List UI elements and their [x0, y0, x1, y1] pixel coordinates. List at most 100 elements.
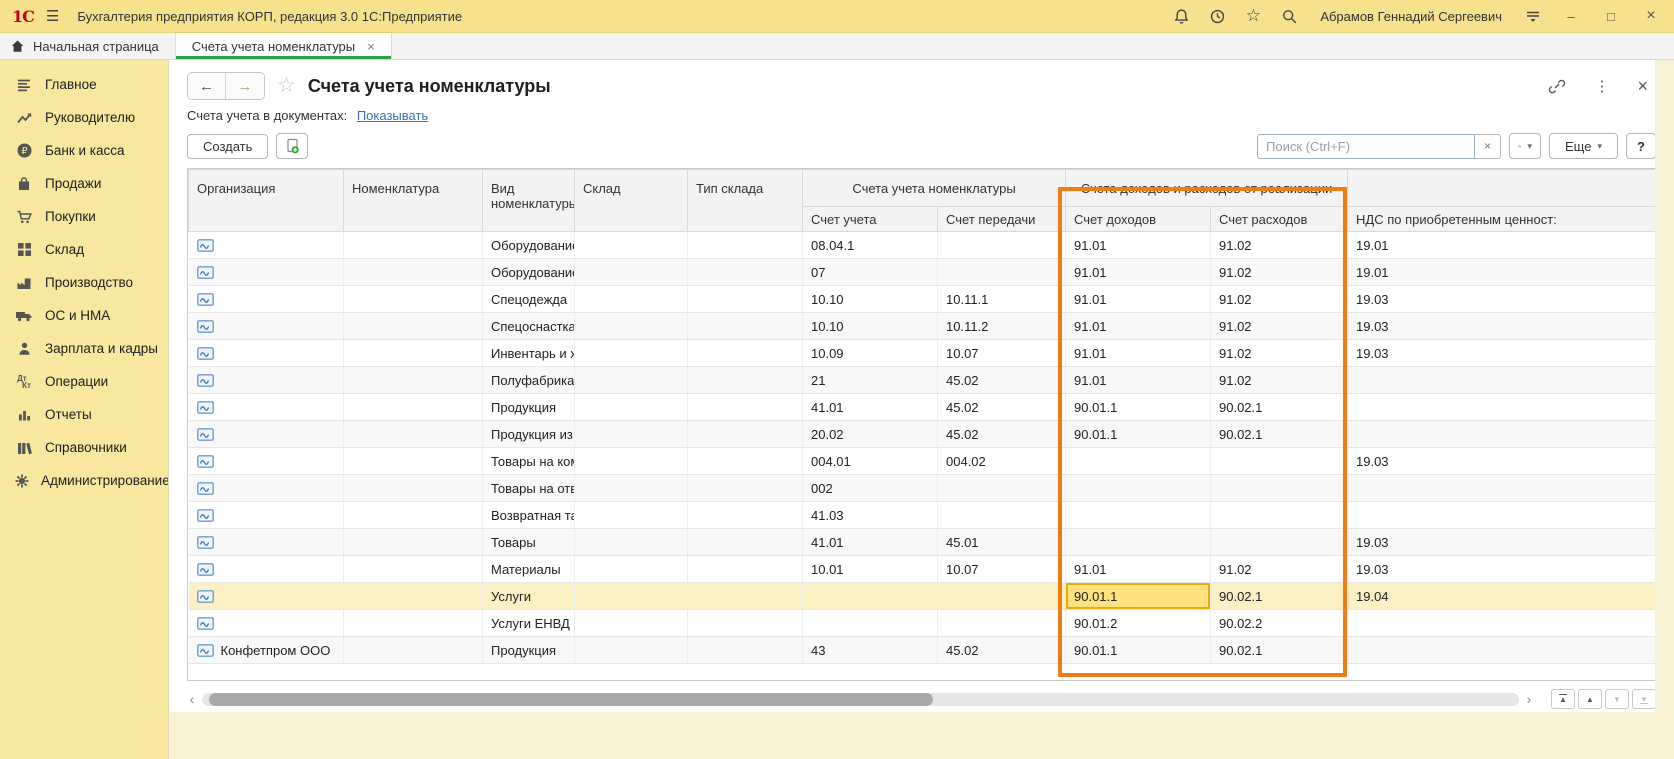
notifications-bell-icon[interactable]: [1172, 7, 1190, 25]
table-cell[interactable]: [575, 556, 688, 583]
table-cell[interactable]: Возвратная тара: [483, 502, 575, 529]
table-cell[interactable]: [938, 475, 1066, 502]
table-cell[interactable]: 91.01: [1066, 556, 1211, 583]
table-row[interactable]: Спецодежда10.1010.11.191.0191.0219.03: [189, 286, 1657, 313]
show-link[interactable]: Показывать: [357, 108, 428, 123]
table-cell[interactable]: [189, 421, 344, 448]
sidebar-item-sklad[interactable]: Склад: [0, 233, 168, 266]
table-cell[interactable]: [344, 583, 483, 610]
table-row[interactable]: Продукция из м...20.0245.0290.01.190.02.…: [189, 421, 1657, 448]
maximize-button[interactable]: □: [1600, 9, 1622, 24]
table-cell[interactable]: [575, 610, 688, 637]
favorites-star-icon[interactable]: ☆: [1244, 7, 1262, 25]
table-cell[interactable]: 10.07: [938, 556, 1066, 583]
service-menu-icon[interactable]: [1524, 7, 1542, 25]
table-cell[interactable]: 004.02: [938, 448, 1066, 475]
table-cell[interactable]: [344, 448, 483, 475]
table-cell[interactable]: 90.02.1: [1211, 394, 1348, 421]
col-header-warehouse-type[interactable]: Тип склада: [688, 170, 803, 232]
table-cell[interactable]: 90.01.1: [1066, 421, 1211, 448]
forward-button[interactable]: →: [226, 73, 264, 99]
table-cell[interactable]: 45.01: [938, 529, 1066, 556]
go-prev-row-button[interactable]: ▲: [1578, 689, 1602, 709]
table-cell[interactable]: Конфетпром ООО: [189, 637, 344, 664]
table-cell[interactable]: [1211, 448, 1348, 475]
table-cell[interactable]: 45.02: [938, 394, 1066, 421]
table-cell[interactable]: [688, 583, 803, 610]
history-icon[interactable]: [1208, 7, 1226, 25]
table-cell[interactable]: 90.01.1: [1066, 394, 1211, 421]
table-cell[interactable]: [688, 529, 803, 556]
table-cell[interactable]: [575, 286, 688, 313]
table-cell[interactable]: [1211, 502, 1348, 529]
table-cell[interactable]: [344, 475, 483, 502]
table-cell[interactable]: [575, 529, 688, 556]
global-search-icon[interactable]: [1280, 7, 1298, 25]
table-cell[interactable]: [575, 232, 688, 259]
table-cell[interactable]: [688, 637, 803, 664]
table-row[interactable]: Материалы10.0110.0791.0191.0219.03: [189, 556, 1657, 583]
table-cell[interactable]: [688, 259, 803, 286]
table-cell[interactable]: 91.01: [1066, 340, 1211, 367]
table-cell[interactable]: [344, 232, 483, 259]
sidebar-item-operacii[interactable]: ДтКт Операции: [0, 365, 168, 398]
table-cell[interactable]: [1066, 448, 1211, 475]
col-header-kind[interactable]: Вид номенклатуры: [483, 170, 575, 232]
table-cell[interactable]: Товары на отве...: [483, 475, 575, 502]
table-cell[interactable]: [344, 259, 483, 286]
table-cell[interactable]: [189, 340, 344, 367]
table-cell[interactable]: 91.02: [1211, 232, 1348, 259]
table-cell[interactable]: [575, 340, 688, 367]
table-cell[interactable]: 91.02: [1211, 286, 1348, 313]
table-cell[interactable]: 41.01: [803, 529, 938, 556]
table-cell[interactable]: Товары: [483, 529, 575, 556]
table-cell[interactable]: 19.03: [1348, 556, 1657, 583]
table-cell[interactable]: 19.03: [1348, 448, 1657, 475]
table-cell[interactable]: [575, 475, 688, 502]
table-cell[interactable]: 08.04.1: [803, 232, 938, 259]
col-header-account[interactable]: Счет учета: [803, 207, 938, 232]
scroll-left-icon[interactable]: ‹: [187, 693, 197, 706]
table-cell[interactable]: [688, 502, 803, 529]
table-cell[interactable]: 10.10: [803, 313, 938, 340]
table-cell[interactable]: [1348, 502, 1657, 529]
table-cell[interactable]: [938, 232, 1066, 259]
table-cell[interactable]: Спецоснастка: [483, 313, 575, 340]
table-cell[interactable]: [688, 610, 803, 637]
table-cell[interactable]: 21: [803, 367, 938, 394]
table-cell[interactable]: [938, 610, 1066, 637]
table-cell[interactable]: 90.01.1: [1066, 583, 1211, 610]
table-cell[interactable]: [575, 394, 688, 421]
table-cell[interactable]: Продукция: [483, 394, 575, 421]
table-cell[interactable]: 90.01.2: [1066, 610, 1211, 637]
table-cell[interactable]: [1211, 529, 1348, 556]
table-cell[interactable]: 45.02: [938, 367, 1066, 394]
sidebar-item-proizvodstvo[interactable]: Производство: [0, 266, 168, 299]
table-cell[interactable]: 41.03: [803, 502, 938, 529]
table-cell[interactable]: 07: [803, 259, 938, 286]
table-row[interactable]: Товары на коми...004.01004.0219.03: [189, 448, 1657, 475]
table-row[interactable]: Спецоснастка10.1010.11.291.0191.0219.03: [189, 313, 1657, 340]
sidebar-item-os-i-nma[interactable]: ОС и НМА: [0, 299, 168, 332]
table-cell[interactable]: 90.02.1: [1211, 421, 1348, 448]
table-cell[interactable]: [688, 367, 803, 394]
get-link-icon[interactable]: [1548, 77, 1566, 95]
table-cell[interactable]: 91.01: [1066, 367, 1211, 394]
table-cell[interactable]: 19.03: [1348, 340, 1657, 367]
table-cell[interactable]: [344, 502, 483, 529]
table-cell[interactable]: [1348, 475, 1657, 502]
table-cell[interactable]: 45.02: [938, 421, 1066, 448]
table-cell[interactable]: [189, 394, 344, 421]
table-cell[interactable]: [344, 556, 483, 583]
table-cell[interactable]: Услуги: [483, 583, 575, 610]
table-cell[interactable]: [688, 232, 803, 259]
table-cell[interactable]: [344, 367, 483, 394]
table-cell[interactable]: [688, 340, 803, 367]
table-cell[interactable]: 91.02: [1211, 313, 1348, 340]
tab-close-icon[interactable]: ×: [367, 39, 375, 54]
close-form-icon[interactable]: ×: [1637, 76, 1648, 97]
table-cell[interactable]: [1066, 529, 1211, 556]
col-header-warehouse[interactable]: Склад: [575, 170, 688, 232]
table-cell[interactable]: 10.10: [803, 286, 938, 313]
table-cell[interactable]: [344, 421, 483, 448]
